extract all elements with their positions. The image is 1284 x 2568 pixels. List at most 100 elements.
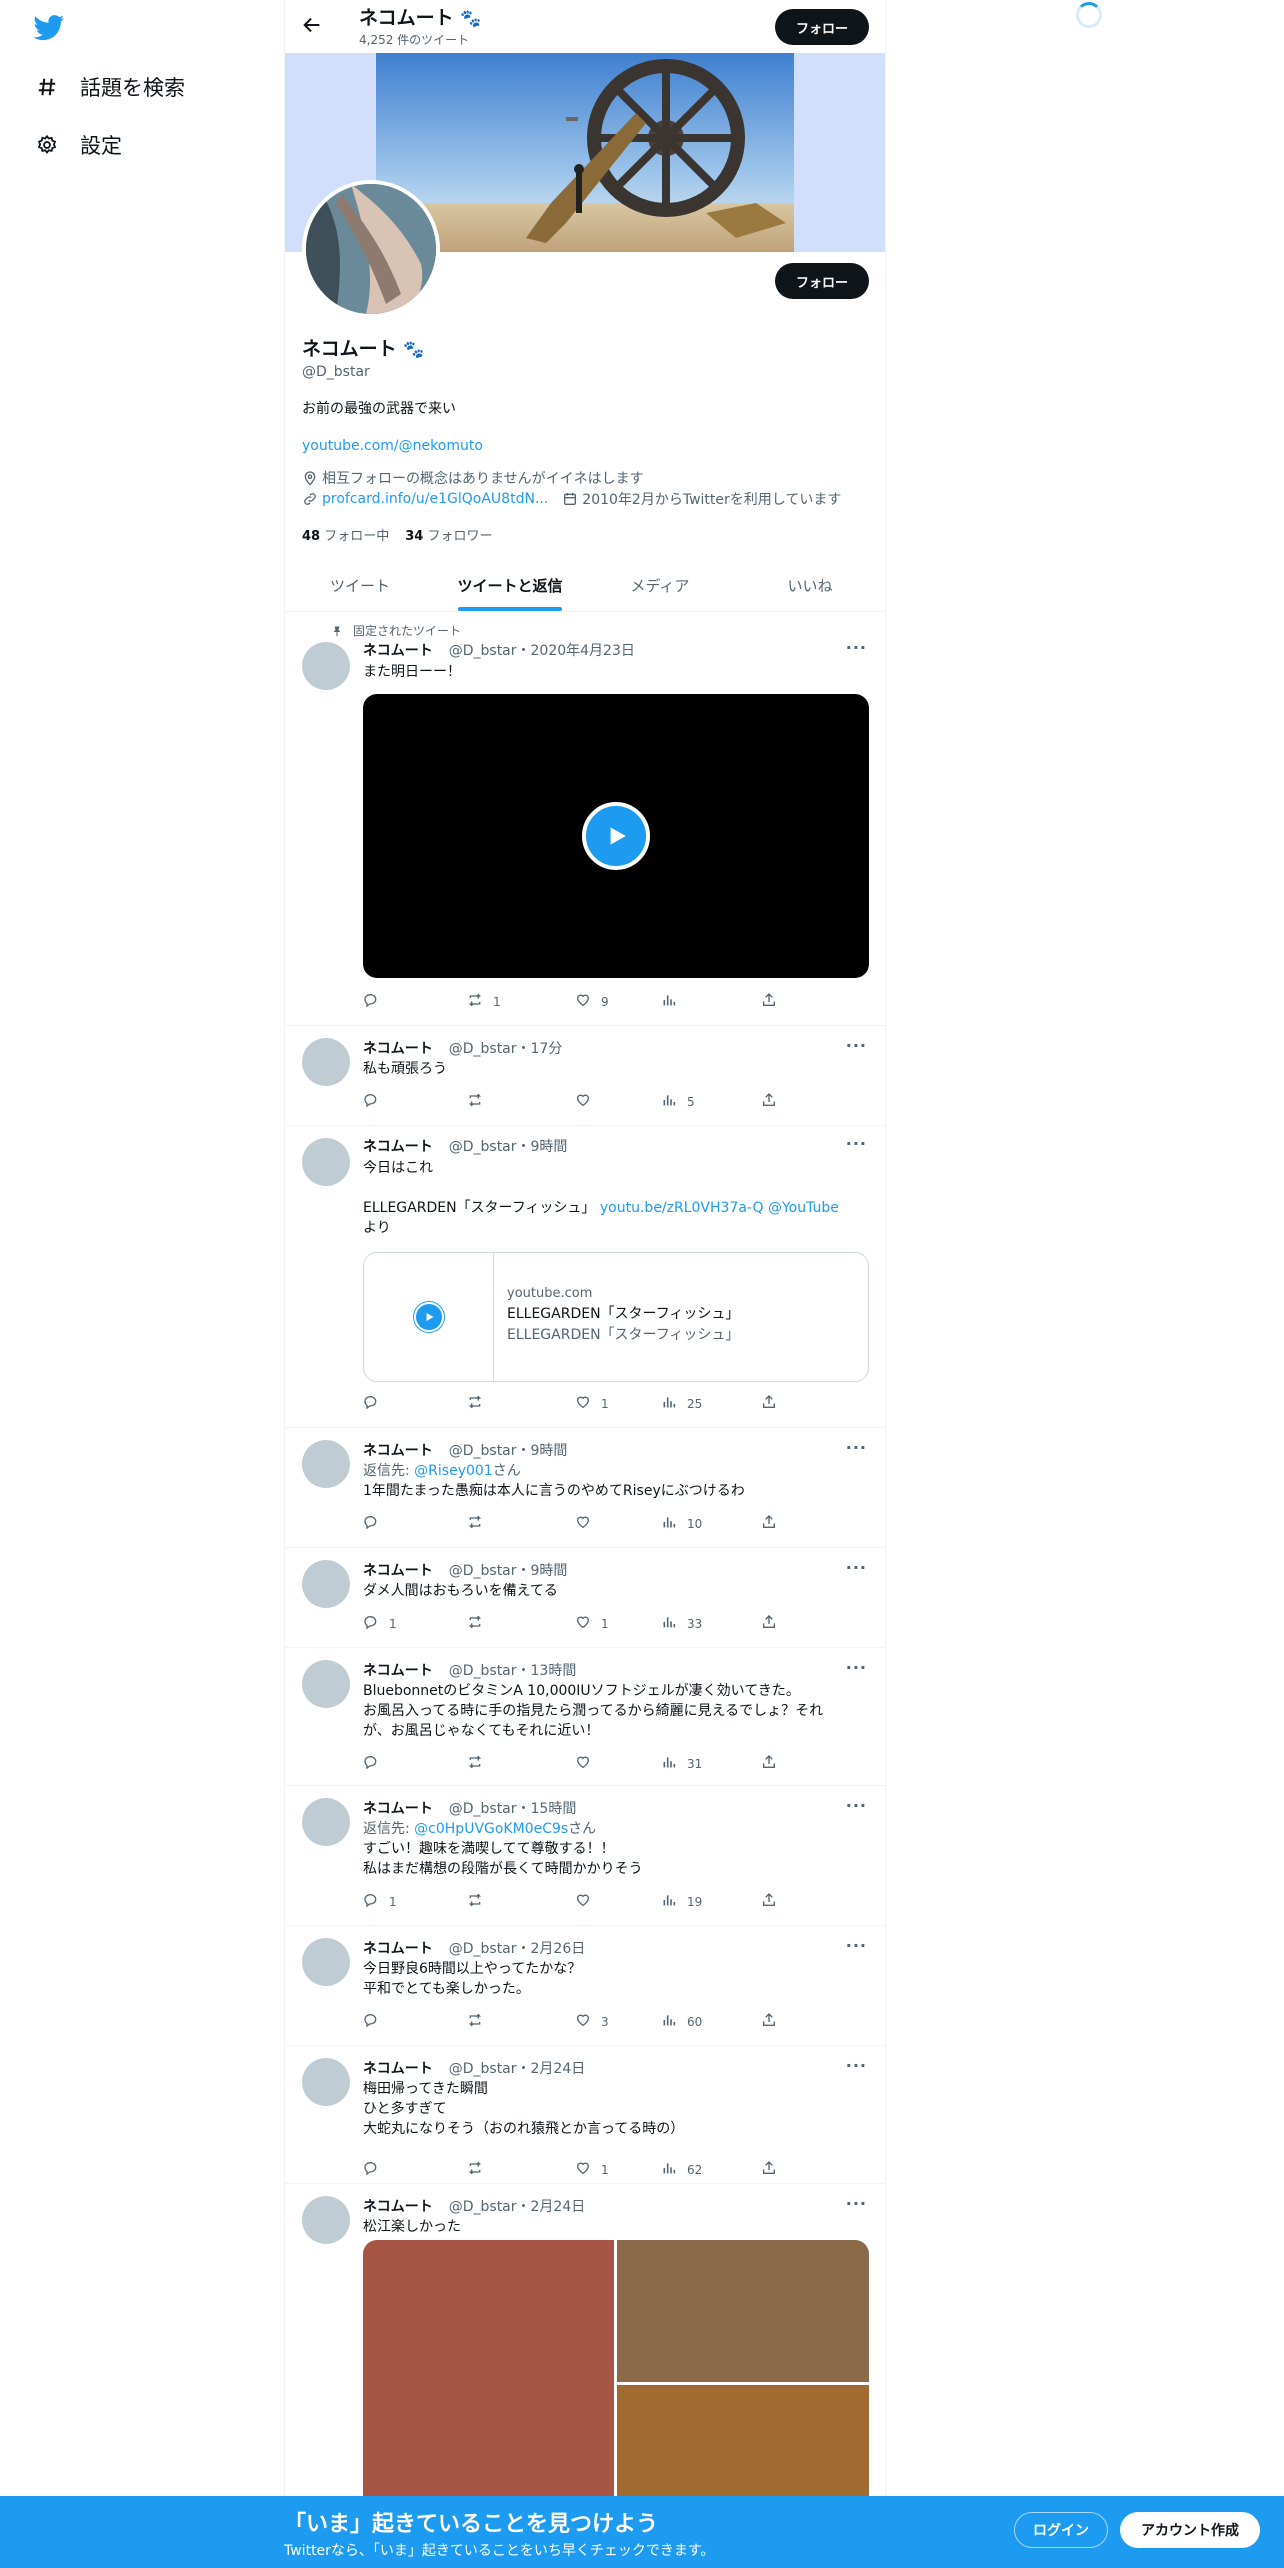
reply-button[interactable]: [363, 992, 389, 1011]
tab-tweets-and-replies[interactable]: ツイートと返信: [435, 560, 585, 611]
tweet-author-name[interactable]: ネコムート: [363, 640, 433, 660]
tweet[interactable]: ネコムート @D_bstar・9時間 ··· 今日はこれ ELLEGARDEN「…: [285, 1126, 885, 1428]
more-options-icon[interactable]: ···: [846, 2194, 867, 2213]
tweet-meta[interactable]: @D_bstar・9時間: [449, 1440, 568, 1460]
like-button[interactable]: [575, 1092, 601, 1111]
tweet-avatar[interactable]: [302, 1938, 350, 1986]
share-button[interactable]: [761, 1394, 777, 1413]
reply-button[interactable]: [363, 2012, 389, 2031]
tweet-meta[interactable]: @D_bstar・15時間: [449, 1798, 577, 1818]
reply-button[interactable]: [363, 1754, 389, 1773]
tweet-avatar[interactable]: [302, 1440, 350, 1488]
more-options-icon[interactable]: ···: [846, 1658, 867, 1677]
more-options-icon[interactable]: ···: [846, 1936, 867, 1955]
signup-button[interactable]: アカウント作成: [1120, 2512, 1260, 2548]
reply-button[interactable]: [363, 1092, 389, 1111]
views-button[interactable]: 10: [661, 1514, 702, 1533]
tweet[interactable]: ネコムート @D_bstar・9時間 ··· 返信先: @Risey001さん …: [285, 1428, 885, 1548]
retweet-button[interactable]: [467, 1892, 493, 1911]
share-button[interactable]: [761, 1754, 777, 1773]
profile-follow-button[interactable]: フォロー: [775, 263, 869, 299]
tweet-avatar[interactable]: [302, 1798, 350, 1846]
tweet[interactable]: ネコムート @D_bstar・2月24日 ··· 梅田帰ってきた瞬間 ひと多すぎ…: [285, 2046, 885, 2184]
reply-to-mention[interactable]: @c0HpUVGoKM0eC9s: [414, 1821, 568, 1837]
more-options-icon[interactable]: ···: [846, 1134, 867, 1153]
tweet-avatar[interactable]: [302, 1138, 350, 1186]
tweet-author-name[interactable]: ネコムート: [363, 1938, 433, 1958]
tweet[interactable]: ネコムート @D_bstar・9時間 ··· ダメ人間はおもろいを備えてる 11…: [285, 1548, 885, 1648]
views-button[interactable]: 31: [661, 1754, 702, 1773]
views-button[interactable]: 33: [661, 1614, 702, 1633]
retweet-button[interactable]: [467, 1092, 493, 1111]
tweet[interactable]: ネコムート @D_bstar・15時間 ··· 返信先: @c0HpUVGoKM…: [285, 1786, 885, 1926]
tweet-meta[interactable]: @D_bstar・9時間: [449, 1560, 568, 1580]
tweet-image[interactable]: [363, 2240, 614, 2540]
like-button[interactable]: [575, 1892, 601, 1911]
tweet-meta[interactable]: @D_bstar・17分: [449, 1038, 563, 1058]
tweet-author-name[interactable]: ネコムート: [363, 1660, 433, 1680]
following-link[interactable]: 48 フォロー中: [302, 525, 389, 544]
share-button[interactable]: [761, 2012, 777, 2031]
retweet-button[interactable]: [467, 1394, 493, 1413]
tweet-avatar[interactable]: [302, 2196, 350, 2244]
tab-media[interactable]: メディア: [585, 560, 735, 611]
tweet-author-name[interactable]: ネコムート: [363, 1440, 433, 1460]
views-button[interactable]: 19: [661, 1892, 702, 1911]
profile-website-link[interactable]: youtube.com/@nekomuto: [302, 438, 483, 454]
views-button[interactable]: [661, 992, 687, 1011]
tweet-avatar[interactable]: [302, 1560, 350, 1608]
tab-tweets[interactable]: ツイート: [285, 560, 435, 611]
header-follow-button[interactable]: フォロー: [775, 9, 869, 45]
retweet-button[interactable]: [467, 1754, 493, 1773]
retweet-button[interactable]: [467, 1514, 493, 1533]
tweet-meta[interactable]: @D_bstar・9時間: [449, 1136, 568, 1156]
nav-explore[interactable]: 話題を検索: [36, 72, 185, 102]
share-button[interactable]: [761, 1092, 777, 1111]
tweet-video[interactable]: [363, 694, 869, 978]
tweet-meta[interactable]: @D_bstar・2020年4月23日: [449, 640, 635, 660]
more-options-icon[interactable]: ···: [846, 1438, 867, 1457]
views-button[interactable]: 62: [661, 2160, 702, 2179]
like-button[interactable]: [575, 1514, 601, 1533]
share-button[interactable]: [761, 992, 777, 1011]
share-button[interactable]: [761, 1614, 777, 1633]
tweet-link[interactable]: youtu.be/zRL0VH37a-Q: [600, 1200, 764, 1216]
reply-button[interactable]: [363, 2160, 389, 2179]
twitter-logo-icon[interactable]: [33, 15, 65, 41]
reply-button[interactable]: [363, 1394, 389, 1413]
share-button[interactable]: [761, 1514, 777, 1533]
like-button[interactable]: 9: [575, 992, 609, 1011]
tweet-author-name[interactable]: ネコムート: [363, 2196, 433, 2216]
retweet-button[interactable]: [467, 2160, 493, 2179]
tweet-mention[interactable]: @YouTube: [768, 1200, 839, 1216]
tweet-meta[interactable]: @D_bstar・2月26日: [449, 1938, 586, 1958]
tweet-avatar[interactable]: [302, 1038, 350, 1086]
reply-button[interactable]: 1: [363, 1892, 397, 1911]
tweet-author-name[interactable]: ネコムート: [363, 1560, 433, 1580]
views-button[interactable]: 5: [661, 1092, 695, 1111]
retweet-button[interactable]: 1: [467, 992, 501, 1011]
like-button[interactable]: [575, 1754, 601, 1773]
more-options-icon[interactable]: ···: [846, 1558, 867, 1577]
reply-button[interactable]: [363, 1514, 389, 1533]
tweet-author-name[interactable]: ネコムート: [363, 1798, 433, 1818]
like-button[interactable]: 1: [575, 1394, 609, 1413]
profile-avatar[interactable]: [302, 180, 440, 318]
tweet-author-name[interactable]: ネコムート: [363, 1136, 433, 1156]
back-arrow-icon[interactable]: [301, 14, 323, 36]
like-button[interactable]: 1: [575, 2160, 609, 2179]
nav-settings[interactable]: 設定: [36, 130, 122, 160]
play-icon[interactable]: [582, 802, 650, 870]
tweet-author-name[interactable]: ネコムート: [363, 2058, 433, 2078]
views-button[interactable]: 60: [661, 2012, 702, 2031]
like-button[interactable]: 3: [575, 2012, 609, 2031]
profile-external-link[interactable]: profcard.info/u/e1GlQoAU8tdN...: [322, 491, 548, 507]
more-options-icon[interactable]: ···: [846, 2056, 867, 2075]
views-button[interactable]: 25: [661, 1394, 702, 1413]
share-button[interactable]: [761, 2160, 777, 2179]
tweet-avatar[interactable]: [302, 2058, 350, 2106]
more-options-icon[interactable]: ···: [846, 1036, 867, 1055]
tweet-author-name[interactable]: ネコムート: [363, 1038, 433, 1058]
more-options-icon[interactable]: ···: [846, 1796, 867, 1815]
tweet-pinned[interactable]: 固定されたツイート ネコムート @D_bstar・2020年4月23日 ··· …: [285, 612, 885, 1026]
